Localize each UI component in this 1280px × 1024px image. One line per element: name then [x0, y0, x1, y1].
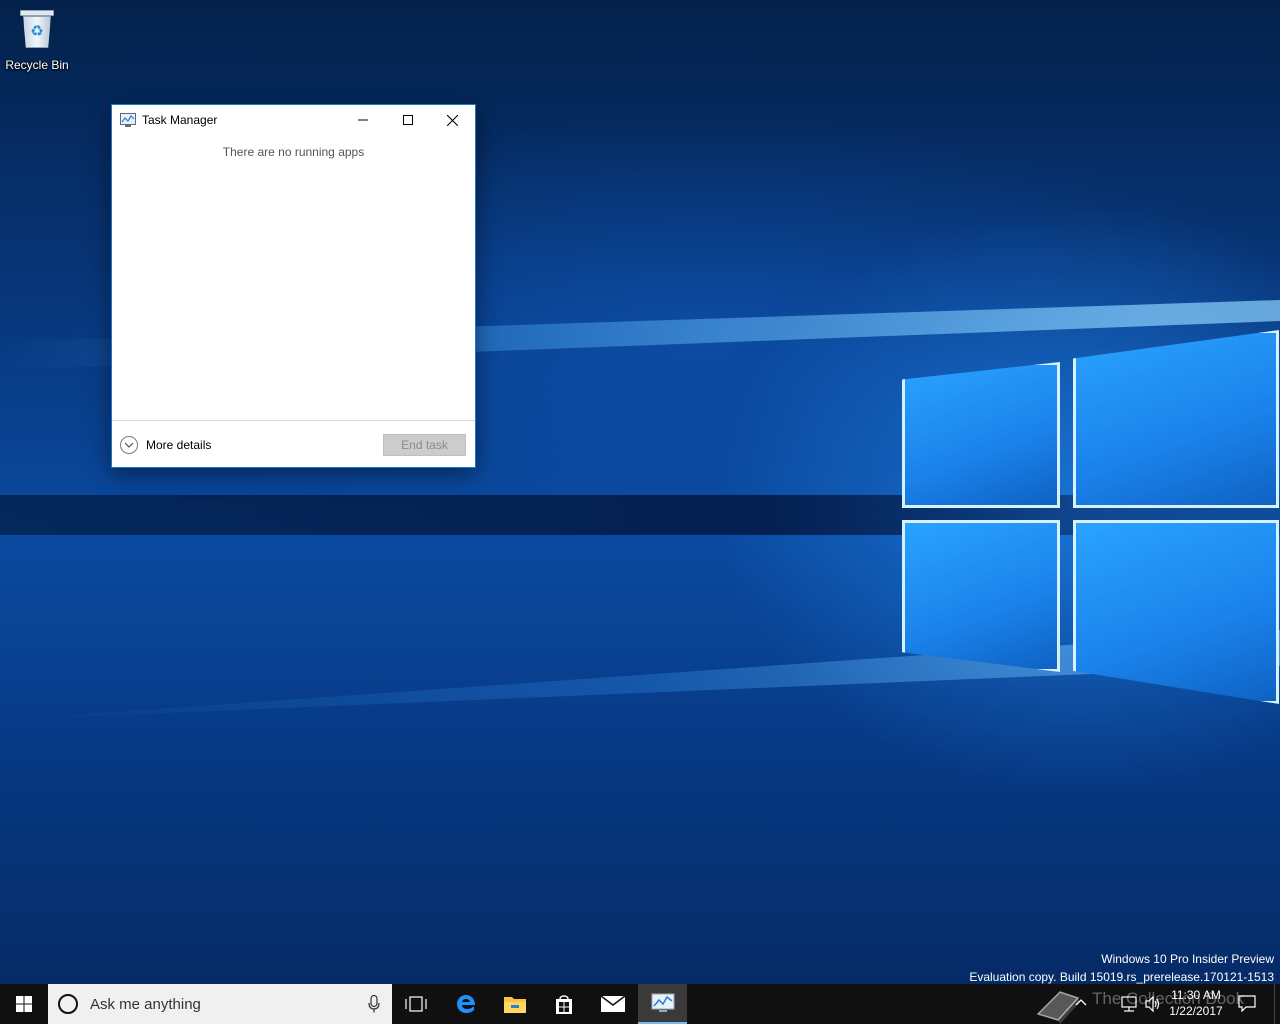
show-desktop-button[interactable] — [1274, 984, 1280, 1024]
mail-taskbar-button[interactable] — [589, 984, 637, 1024]
action-center-icon[interactable] — [1238, 994, 1256, 1012]
task-view-button[interactable] — [392, 984, 440, 1024]
recycle-bin-icon: ♻ — [20, 8, 54, 48]
clock-time: 11:30 AM — [1171, 988, 1221, 1002]
taskbar: Ask me anything The Collection Book 11:3… — [0, 984, 1280, 1024]
empty-state-message: There are no running apps — [222, 145, 365, 159]
maximize-icon — [402, 115, 413, 125]
watermark-line: Windows 10 Pro Insider Preview — [1101, 952, 1274, 966]
window-title: Task Manager — [142, 113, 218, 127]
maximize-button[interactable] — [385, 105, 430, 135]
store-taskbar-button[interactable] — [540, 984, 588, 1024]
task-manager-icon — [651, 993, 674, 1012]
desktop-icon-recycle-bin[interactable]: ♻ Recycle Bin — [4, 8, 70, 72]
edge-icon — [457, 995, 475, 1013]
edge-taskbar-button[interactable] — [442, 984, 490, 1024]
more-details-label: More details — [146, 438, 212, 452]
system-tray: The Collection Book 11:30 AM 1/22/2017 — [1030, 984, 1280, 1024]
close-button[interactable] — [430, 105, 475, 135]
title-bar[interactable]: Task Manager — [112, 105, 475, 135]
chevron-down-icon — [120, 436, 138, 454]
minimize-icon — [357, 119, 368, 121]
end-task-button[interactable]: End task — [383, 434, 466, 456]
clock[interactable]: 11:30 AM 1/22/2017 — [1160, 987, 1232, 1019]
start-button[interactable] — [0, 984, 48, 1024]
desktop[interactable]: ♻ Recycle Bin Task Manager There are no … — [0, 0, 1280, 984]
windows-logo-icon — [16, 996, 32, 1012]
mail-icon — [600, 995, 626, 1012]
microphone-icon[interactable] — [368, 995, 380, 1013]
minimize-button[interactable] — [340, 105, 385, 135]
file-explorer-taskbar-button[interactable] — [491, 984, 539, 1024]
cortana-icon — [58, 994, 78, 1014]
search-box[interactable]: Ask me anything — [48, 984, 392, 1024]
close-icon — [447, 114, 458, 126]
chevron-up-icon[interactable] — [1075, 996, 1087, 1010]
task-manager-icon — [120, 113, 136, 127]
network-icon[interactable] — [1120, 995, 1138, 1013]
task-manager-taskbar-button[interactable] — [638, 984, 687, 1024]
task-manager-window: Task Manager There are no running apps M… — [111, 104, 476, 468]
window-footer: More details End task — [112, 420, 475, 467]
watermark-line: Evaluation copy. Build 15019.rs_prerelea… — [969, 970, 1274, 984]
wallpaper-pane — [902, 362, 1060, 508]
task-view-icon — [405, 996, 427, 1012]
evaluation-watermark: Windows 10 Pro Insider Preview Evaluatio… — [969, 950, 1274, 984]
wallpaper-pane — [1073, 330, 1279, 508]
file-explorer-icon — [504, 997, 526, 1013]
wallpaper-pane — [1073, 520, 1279, 704]
store-icon — [556, 995, 572, 1014]
more-details-button[interactable]: More details — [120, 435, 211, 455]
desktop-icon-label: Recycle Bin — [5, 58, 69, 72]
search-placeholder: Ask me anything — [90, 995, 201, 1013]
wallpaper-pane — [902, 520, 1060, 672]
clock-date: 1/22/2017 — [1169, 1004, 1223, 1018]
